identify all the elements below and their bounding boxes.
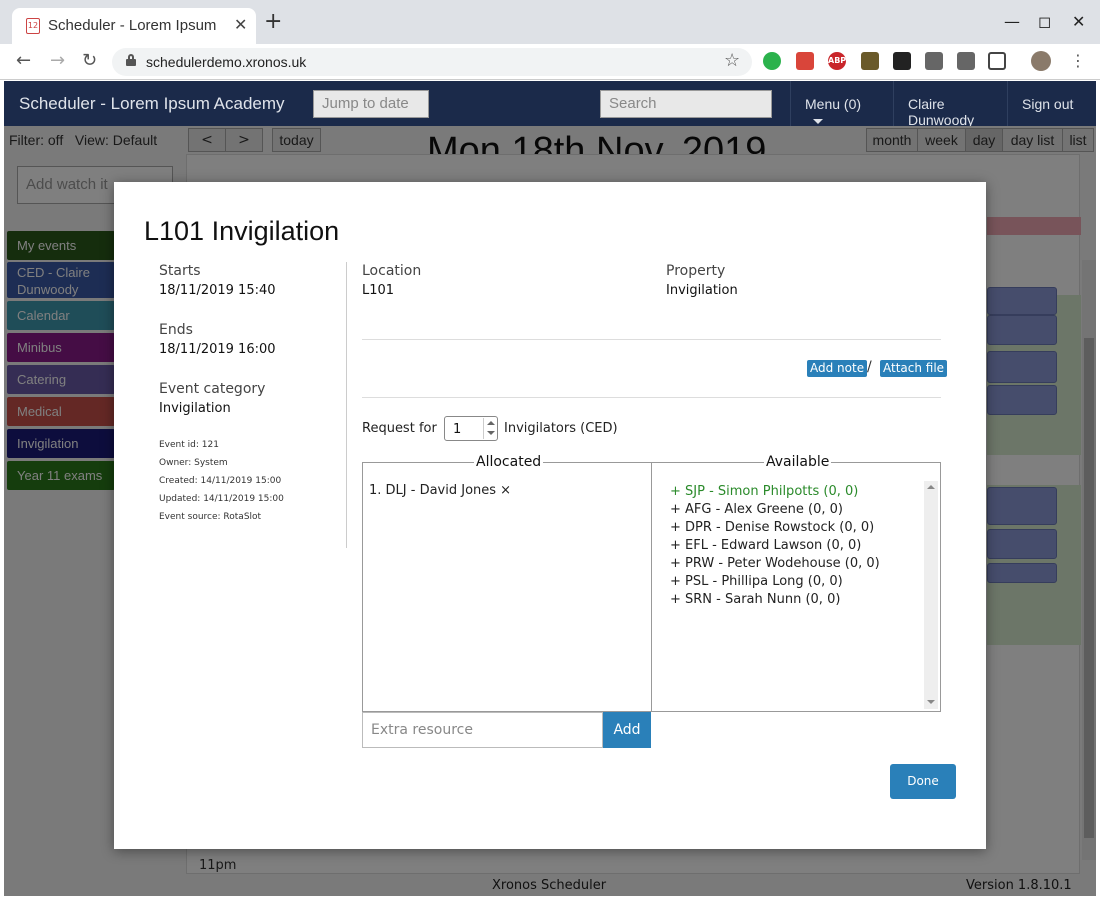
add-note-button[interactable]: Add note bbox=[807, 360, 868, 377]
minimize-icon[interactable]: — bbox=[1004, 12, 1020, 31]
available-item[interactable]: + PRW - Peter Wodehouse (0, 0) bbox=[670, 555, 880, 573]
chevron-down-icon bbox=[813, 118, 823, 124]
back-arrow-icon[interactable]: ← bbox=[16, 50, 31, 71]
event-created: Created: 14/11/2019 15:00 bbox=[159, 476, 282, 486]
jump-to-date-input[interactable]: Jump to date bbox=[313, 90, 429, 118]
bookmark-star-icon[interactable]: ☆ bbox=[724, 50, 740, 71]
search-input[interactable]: Search bbox=[600, 90, 772, 118]
browser-tab-strip: 12 Scheduler - Lorem Ipsum Academy ✕ + —… bbox=[0, 0, 1100, 44]
available-item[interactable]: + PSL - Phillipa Long (0, 0) bbox=[670, 573, 880, 591]
event-owner: Owner: System bbox=[159, 458, 228, 468]
stepper-arrows[interactable] bbox=[483, 418, 497, 439]
request-suffix: Invigilators (CED) bbox=[504, 421, 618, 436]
extension-house-icon[interactable] bbox=[861, 52, 879, 70]
ends-label: Ends bbox=[159, 322, 193, 338]
available-item[interactable]: + EFL - Edward Lawson (0, 0) bbox=[670, 537, 880, 555]
address-bar[interactable]: schedulerdemo.xronos.uk ☆ bbox=[112, 48, 752, 76]
invigilator-count-stepper[interactable]: 1 bbox=[444, 416, 498, 441]
lock-icon bbox=[126, 54, 136, 66]
extension-red-icon[interactable] bbox=[796, 52, 814, 70]
profile-avatar[interactable] bbox=[1031, 51, 1051, 71]
category-label: Event category bbox=[159, 381, 266, 397]
browser-tab-title: Scheduler - Lorem Ipsum Academy bbox=[48, 17, 218, 34]
menu-label: Menu (0) bbox=[805, 96, 862, 112]
ends-value: 18/11/2019 16:00 bbox=[159, 342, 276, 357]
location-value: L101 bbox=[362, 283, 395, 298]
allocated-panel: 1. DLJ - David Jones × bbox=[362, 462, 652, 712]
extension-foot-icon[interactable] bbox=[893, 52, 911, 70]
property-label: Property bbox=[666, 263, 726, 279]
request-for-label: Request for bbox=[362, 421, 437, 436]
extension-screen-icon[interactable] bbox=[988, 52, 1006, 70]
extra-resource-input[interactable]: Extra resource bbox=[362, 712, 603, 748]
adblock-icon[interactable]: ABP bbox=[828, 52, 846, 70]
calendar-favicon-icon: 12 bbox=[26, 18, 40, 34]
available-panel: + SJP - Simon Philpotts (0, 0) + AFG - A… bbox=[651, 462, 941, 712]
starts-label: Starts bbox=[159, 263, 201, 279]
allocated-item[interactable]: 1. DLJ - David Jones × bbox=[369, 483, 511, 498]
extension-shield-icon[interactable] bbox=[925, 52, 943, 70]
invigilator-count-value: 1 bbox=[453, 422, 462, 437]
location-label: Location bbox=[362, 263, 422, 279]
vertical-divider bbox=[346, 262, 347, 548]
available-scrollbar[interactable] bbox=[924, 481, 938, 709]
user-name-link[interactable]: Claire Dunwoody bbox=[893, 81, 1007, 128]
tab-close-icon[interactable]: ✕ bbox=[234, 15, 247, 34]
maximize-icon[interactable]: ◻ bbox=[1038, 12, 1051, 31]
event-id: Event id: 121 bbox=[159, 440, 219, 450]
event-source: Event source: RotaSlot bbox=[159, 512, 262, 522]
browser-menu-icon[interactable]: ⋮ bbox=[1070, 51, 1086, 70]
event-updated: Updated: 14/11/2019 15:00 bbox=[159, 494, 284, 504]
modal-title: L101 Invigilation bbox=[144, 216, 340, 246]
available-item[interactable]: + DPR - Denise Rowstock (0, 0) bbox=[670, 519, 880, 537]
done-button[interactable]: Done bbox=[890, 764, 956, 799]
add-resource-button[interactable]: Add bbox=[603, 712, 651, 748]
menu-dropdown[interactable]: Menu (0) bbox=[790, 81, 893, 126]
extension-green-icon[interactable] bbox=[763, 52, 781, 70]
allocated-header: Allocated bbox=[474, 454, 544, 470]
available-item[interactable]: + AFG - Alex Greene (0, 0) bbox=[670, 501, 880, 519]
app-header: Scheduler - Lorem Ipsum Academy Jump to … bbox=[4, 81, 1096, 128]
url-text: schedulerdemo.xronos.uk bbox=[146, 54, 307, 70]
extension-mail-icon[interactable] bbox=[957, 52, 975, 70]
attach-file-button[interactable]: Attach file bbox=[880, 360, 948, 377]
sign-out-link[interactable]: Sign out bbox=[1007, 81, 1096, 126]
divider bbox=[362, 397, 941, 398]
app-brand[interactable]: Scheduler - Lorem Ipsum Academy bbox=[19, 94, 285, 114]
reload-icon[interactable]: ↻ bbox=[82, 50, 97, 71]
available-header: Available bbox=[764, 454, 832, 470]
forward-arrow-icon[interactable]: → bbox=[50, 50, 65, 71]
new-tab-icon[interactable]: + bbox=[264, 11, 282, 33]
event-details-modal: L101 Invigilation Starts 18/11/2019 15:4… bbox=[114, 182, 986, 849]
separator-slash: / bbox=[867, 359, 872, 375]
browser-tab[interactable]: 12 Scheduler - Lorem Ipsum Academy ✕ bbox=[12, 8, 256, 44]
close-window-icon[interactable]: ✕ bbox=[1072, 12, 1085, 31]
decrement-icon[interactable] bbox=[487, 431, 495, 435]
available-list: + SJP - Simon Philpotts (0, 0) + AFG - A… bbox=[670, 483, 880, 609]
increment-icon[interactable] bbox=[487, 421, 495, 425]
divider bbox=[362, 339, 941, 340]
starts-value: 18/11/2019 15:40 bbox=[159, 283, 276, 298]
available-item[interactable]: + SJP - Simon Philpotts (0, 0) bbox=[670, 483, 880, 501]
category-value: Invigilation bbox=[159, 401, 231, 416]
available-item[interactable]: + SRN - Sarah Nunn (0, 0) bbox=[670, 591, 880, 609]
property-value: Invigilation bbox=[666, 283, 738, 298]
